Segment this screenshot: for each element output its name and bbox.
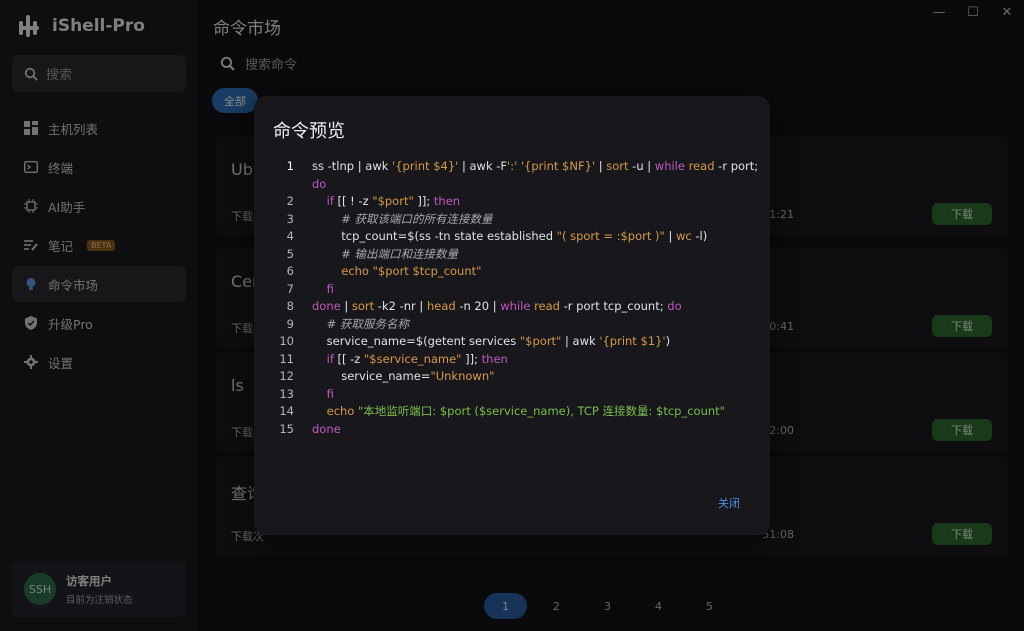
- code-line: 10 service_name=$(getent services "$port…: [268, 333, 760, 351]
- line-number: 15: [279, 421, 294, 436]
- line-number: 14: [279, 404, 294, 418]
- line-number: 1: [286, 159, 294, 173]
- code-line: 7 fi: [268, 281, 760, 299]
- line-number: 2: [286, 194, 294, 208]
- command-preview-dialog: 命令预览 1 ss -tlnp | awk '{print $4}' | awk…: [254, 96, 770, 535]
- code-line-wrap: do: [312, 176, 327, 191]
- code-line: 2 if [[ ! -z "$port" ]]; then: [268, 193, 760, 211]
- line-number: 4: [286, 229, 294, 243]
- line-number: 3: [286, 211, 294, 226]
- line-number: 5: [286, 246, 294, 261]
- close-button[interactable]: 关闭: [718, 495, 740, 511]
- code-line: 1 ss -tlnp | awk '{print $4}' | awk -F':…: [268, 158, 760, 176]
- code-line: 8 done | sort -k2 -nr | head -n 20 | whi…: [268, 298, 760, 316]
- code-preview: 1 ss -tlnp | awk '{print $4}' | awk -F':…: [268, 158, 760, 438]
- line-number: 10: [279, 334, 294, 348]
- code-line: 14 echo "本地监听端口: $port ($service_name), …: [268, 403, 760, 421]
- code-line: 5 # 输出端口和连接数量: [268, 246, 760, 264]
- line-number: 8: [286, 299, 294, 313]
- line-number: 7: [286, 281, 294, 296]
- code-line: 15 done: [268, 421, 760, 439]
- code-line: 3 # 获取该端口的所有连接数量: [268, 211, 760, 229]
- line-number: 9: [286, 316, 294, 331]
- code-line: 4 tcp_count=$(ss -tn state established "…: [268, 228, 760, 246]
- line-number: 13: [279, 386, 294, 401]
- code-line: 13 fi: [268, 386, 760, 404]
- code-line: 6 echo "$port $tcp_count": [268, 263, 760, 281]
- line-number: 12: [279, 369, 294, 383]
- code-line: 11 if [[ -z "$service_name" ]]; then: [268, 351, 760, 369]
- code-line: 9 # 获取服务名称: [268, 316, 760, 334]
- line-number: 6: [286, 264, 294, 278]
- line-number: 11: [279, 351, 294, 366]
- code-line: 12 service_name="Unknown": [268, 368, 760, 386]
- dialog-title: 命令预览: [273, 121, 345, 142]
